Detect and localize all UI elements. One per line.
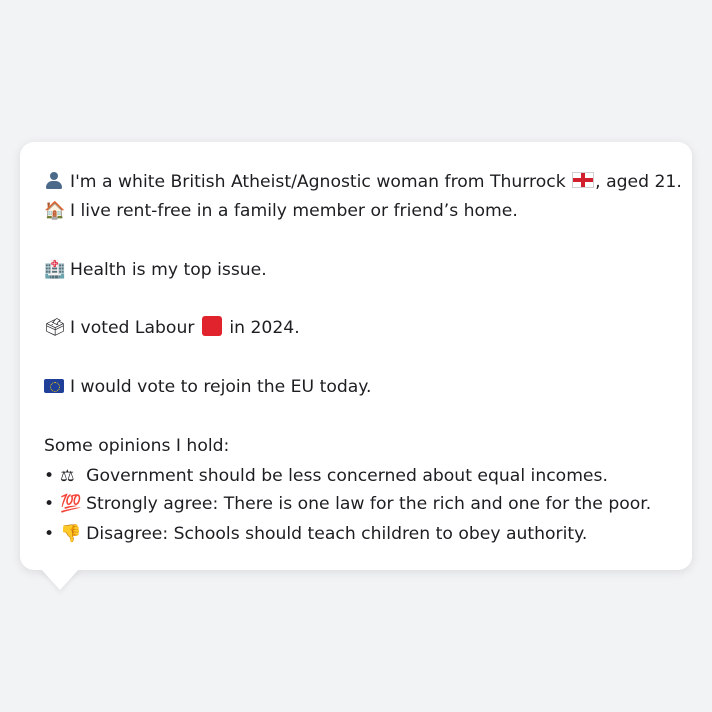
persona-vote-line: 🗳 I voted Labour in 2024. (44, 314, 668, 343)
ballot-box-icon: 🗳 (44, 318, 66, 339)
eu-flag-icon (44, 379, 64, 394)
opinion-item: • ⚖ Government should be less concerned ab… (44, 461, 668, 490)
vote-text-a: I voted Labour (70, 318, 195, 339)
opinion-item: • 💯 Strongly agree: There is one law for t… (44, 490, 668, 519)
identity-text: I'm a white British Atheist/Agnostic wom… (70, 172, 566, 192)
england-flag-icon (572, 172, 595, 188)
scales-icon: ⚖ (60, 465, 75, 485)
bullet: • (44, 494, 55, 515)
persona-eu-line: I would vote to rejoin the EU today. (44, 373, 668, 402)
persona-issue-line: 🏥 Health is my top issue. (44, 256, 668, 285)
eu-text: I would vote to rejoin the EU today. (70, 377, 372, 398)
issue-text: Health is my top issue. (70, 259, 267, 280)
hundred-points-icon: 💯 (60, 494, 82, 515)
identity-age-text: , aged 21. (595, 172, 682, 192)
thumbs-down-icon: 👎 (60, 523, 82, 544)
bullet: • (44, 523, 55, 544)
persona-speech-bubble: I'm a white British Atheist/Agnostic wom… (20, 142, 692, 570)
speech-bubble-tail (40, 568, 80, 590)
person-silhouette-icon (44, 170, 64, 190)
opinion-text: Strongly agree: There is one law for the… (86, 494, 652, 515)
opinion-text: Disagree: Schools should teach children … (86, 523, 588, 544)
hospital-icon: 🏥 (44, 259, 66, 280)
housing-text: I live rent-free in a family member or f… (70, 201, 518, 222)
persona-housing-line: 🏠 I live rent-free in a family member or … (44, 197, 668, 226)
bullet: • (44, 465, 55, 486)
house-icon: 🏠 (44, 201, 66, 222)
opinion-text: Government should be less concerned abou… (86, 465, 608, 486)
vote-text-b: in 2024. (229, 318, 300, 339)
red-square-icon (201, 316, 222, 337)
persona-identity-line: I'm a white British Atheist/Agnostic wom… (44, 168, 682, 197)
opinions-heading: Some opinions I hold: (44, 435, 230, 456)
opinion-item: • 👎 Disagree: Schools should teach childre… (44, 520, 668, 549)
